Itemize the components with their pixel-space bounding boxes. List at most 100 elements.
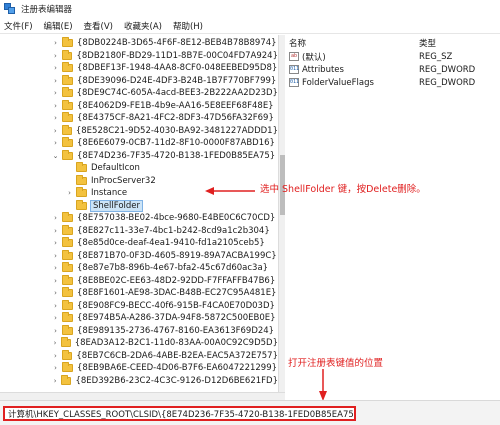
expanded-chevron-icon[interactable]: ⌄ bbox=[52, 152, 59, 160]
tree-horizontal-scrollbar[interactable] bbox=[0, 392, 285, 400]
menu-file[interactable]: 文件(F) bbox=[4, 20, 33, 32]
folder-icon bbox=[62, 262, 73, 272]
value-row[interactable]: 011 FolderValueFlags REG_DWORD bbox=[285, 76, 500, 89]
collapsed-chevron-icon[interactable]: › bbox=[52, 339, 58, 347]
folder-icon bbox=[62, 62, 73, 72]
tree-item[interactable]: › {8E989135-2736-4767-8160-EA3613F69D24} bbox=[0, 324, 278, 337]
shellfolder-delete-annotation: 选中 ShellFolder 键，按Delete删除。 bbox=[260, 184, 426, 195]
tree-item[interactable]: › {8DB0224B-3D65-4F6F-8E12-BEB4B78B8974} bbox=[0, 37, 278, 49]
tree-item[interactable]: › {8E757038-BE02-4bce-9680-E4BE0C6C70CD} bbox=[0, 212, 278, 224]
tree-item-label: {8E4062D9-FE1B-4b9e-AA16-5E8EEF68F48E} bbox=[77, 100, 274, 111]
tree-item[interactable]: › {8E528C21-9D52-4030-BA92-3481227ADDD1} bbox=[0, 124, 278, 137]
tree-item-label: {8E974B5A-A286-37DA-94F8-5872C500EB0E} bbox=[77, 313, 276, 323]
collapsed-chevron-icon[interactable]: › bbox=[52, 289, 59, 297]
tree-item[interactable]: › {8DE9C74C-605A-4acd-BEE3-2B222AA2D23D} bbox=[0, 87, 278, 99]
tree-item[interactable]: › {8DB2180F-BD29-11D1-8B7E-00C04FD7A924} bbox=[0, 49, 278, 62]
collapsed-chevron-icon[interactable]: › bbox=[52, 239, 59, 247]
address-bar[interactable]: 计算机\HKEY_CLASSES_ROOT\CLSID\{8E74D236-7F… bbox=[3, 406, 356, 421]
folder-icon bbox=[62, 212, 73, 222]
tree-item[interactable]: › {8E974B5A-A286-37DA-94F8-5872C500EB0E} bbox=[0, 312, 278, 324]
tree-item[interactable]: › {8E4375CF-8A21-4FC2-8DF3-47D56FA32F69} bbox=[0, 112, 278, 124]
tree-item-label: DefaultIcon bbox=[91, 163, 140, 173]
tree-item-label: {8E827c11-33e7-4bc1-b242-8cd9a1c2b304} bbox=[77, 225, 270, 236]
tree-item[interactable]: › {8EB9BA6E-CEED-4D06-B7F6-EA6047221299} bbox=[0, 362, 278, 374]
tree-item[interactable]: › {8E871B70-0F3D-4605-8919-89A7ACBA199C} bbox=[0, 249, 278, 262]
collapsed-chevron-icon[interactable]: › bbox=[52, 302, 59, 310]
registry-key-tree[interactable]: › {8DB0224B-3D65-4F6F-8E12-BEB4B78B8974} ›… bbox=[0, 35, 278, 392]
tree-item[interactable]: › {8ED392B6-23C2-4C3C-9126-D12D6BE621FD} bbox=[0, 374, 278, 387]
collapsed-chevron-icon[interactable]: › bbox=[52, 102, 59, 110]
tree-item[interactable]: › {8e87e7b8-896b-4e67-bfa2-45c67d60ac3a} bbox=[0, 262, 278, 274]
tree-item[interactable]: › {8DE39096-D24E-4DF3-B24B-1B7F770BF799} bbox=[0, 74, 278, 87]
value-type: REG_DWORD bbox=[419, 77, 476, 88]
menu-edit[interactable]: 编辑(E) bbox=[44, 20, 73, 32]
collapsed-chevron-icon[interactable]: › bbox=[52, 114, 59, 122]
tree-item[interactable]: › {8E6E6079-0CB7-11d2-8F10-0000F87ABD16} bbox=[0, 137, 278, 149]
tree-item[interactable]: › {8E827c11-33e7-4bc1-b242-8cd9a1c2b304} bbox=[0, 224, 278, 237]
collapsed-chevron-icon[interactable]: › bbox=[52, 127, 59, 135]
dword-value-icon: 011 bbox=[289, 65, 300, 74]
tree-item-label: {8E8BE02C-EE63-48D2-92DD-F7FFAFFB47B6} bbox=[77, 275, 276, 286]
tree-item[interactable]: › {8DBEF13F-1948-4AA8-8CF0-048EEBED95D8} bbox=[0, 62, 278, 74]
collapsed-chevron-icon[interactable]: › bbox=[52, 327, 59, 335]
column-header-type[interactable]: 类型 bbox=[419, 37, 436, 49]
tree-item[interactable]: › {8E908FC9-BECC-40f6-915B-F4CA0E70D03D} bbox=[0, 299, 278, 312]
collapsed-chevron-icon[interactable]: › bbox=[52, 352, 59, 360]
tree-item[interactable]: › {8EAD3A12-B2C1-11d0-83AA-00A0C92C9D5D} bbox=[0, 337, 278, 349]
folder-icon bbox=[62, 362, 73, 372]
collapsed-chevron-icon[interactable]: › bbox=[52, 64, 59, 72]
tree-item-label: {8DE9C74C-605A-4acd-BEE3-2B222AA2D23D} bbox=[76, 88, 278, 98]
collapsed-chevron-icon[interactable]: › bbox=[52, 77, 59, 85]
menu-view[interactable]: 查看(V) bbox=[84, 20, 113, 32]
collapsed-chevron-icon[interactable]: › bbox=[52, 227, 59, 235]
tree-item[interactable]: › {8E4062D9-FE1B-4b9e-AA16-5E8EEF68F48E} bbox=[0, 99, 278, 112]
tree-item-label: {8EAD3A12-B2C1-11d0-83AA-00A0C92C9D5D} bbox=[74, 338, 278, 348]
folder-icon bbox=[62, 237, 73, 247]
collapsed-chevron-icon[interactable]: › bbox=[52, 252, 59, 260]
collapsed-chevron-icon[interactable]: › bbox=[52, 264, 59, 272]
column-header-name[interactable]: 名称 bbox=[289, 37, 306, 49]
collapsed-chevron-icon[interactable]: › bbox=[52, 364, 59, 372]
tree-item[interactable]: › {8EB7C6CB-2DA6-4ABE-B2EA-EAC5A372E757} bbox=[0, 349, 278, 362]
window-title: 注册表编辑器 bbox=[21, 5, 73, 15]
collapsed-chevron-icon[interactable]: › bbox=[52, 214, 59, 222]
tree-item[interactable]: DefaultIcon bbox=[0, 162, 278, 174]
collapsed-chevron-icon[interactable]: › bbox=[52, 277, 59, 285]
folder-icon bbox=[76, 174, 87, 185]
collapsed-chevron-icon[interactable]: › bbox=[52, 377, 58, 385]
folder-icon bbox=[61, 337, 71, 347]
collapsed-chevron-icon[interactable]: › bbox=[52, 89, 59, 97]
menu-help[interactable]: 帮助(H) bbox=[173, 20, 203, 32]
tree-item-selected[interactable]: ShellFolder bbox=[0, 199, 278, 212]
tree-item[interactable]: › {8E8F1601-AE98-3DAC-B48B-EC27C95A481E} bbox=[0, 287, 278, 299]
folder-icon bbox=[62, 299, 73, 310]
tree-item[interactable]: › {8E8BE02C-EE63-48D2-92DD-F7FFAFFB47B6} bbox=[0, 274, 278, 287]
menu-favorites[interactable]: 收藏夹(A) bbox=[124, 20, 162, 32]
regedit-icon bbox=[4, 3, 16, 15]
folder-icon bbox=[62, 137, 73, 147]
folder-icon bbox=[61, 349, 73, 360]
tree-item[interactable]: InProcServer32 bbox=[0, 174, 278, 187]
collapsed-chevron-icon[interactable]: › bbox=[52, 314, 59, 322]
collapsed-chevron-icon[interactable]: › bbox=[52, 39, 59, 47]
folder-icon bbox=[62, 249, 73, 260]
value-name: FolderValueFlags bbox=[302, 77, 374, 88]
tree-item[interactable]: › {8e85d0ce-deaf-4ea1-9410-fd1a2105ceb5} bbox=[0, 237, 278, 249]
tree-vertical-scrollbar[interactable] bbox=[278, 35, 285, 392]
folder-icon bbox=[62, 37, 73, 47]
collapsed-chevron-icon[interactable]: › bbox=[52, 139, 59, 147]
values-pane: 名称 类型 ab (默认) REG_SZ 011 Attributes REG_DWORD… bbox=[285, 35, 500, 392]
collapsed-chevron-icon[interactable]: › bbox=[52, 52, 59, 60]
collapsed-chevron-icon[interactable]: › bbox=[66, 189, 73, 197]
value-row[interactable]: 011 Attributes REG_DWORD bbox=[285, 63, 500, 76]
folder-icon bbox=[62, 112, 73, 122]
value-row[interactable]: ab (默认) REG_SZ bbox=[285, 50, 500, 63]
folder-icon bbox=[62, 149, 73, 160]
tree-item[interactable]: ⌄ {8E74D236-7F35-4720-B138-1FED0B85EA75} bbox=[0, 149, 278, 162]
value-type: REG_SZ bbox=[419, 51, 453, 62]
tree-item-label: {8E8F1601-AE98-3DAC-B48B-EC27C95A481E} bbox=[77, 288, 277, 298]
tree-item-label: {8e85d0ce-deaf-4ea1-9410-fd1a2105ceb5} bbox=[77, 238, 265, 248]
tree-item-label: {8DB2180F-BD29-11D1-8B7E-00C04FD7A924} bbox=[76, 50, 278, 61]
folder-icon bbox=[62, 287, 73, 297]
folder-icon bbox=[61, 49, 73, 60]
